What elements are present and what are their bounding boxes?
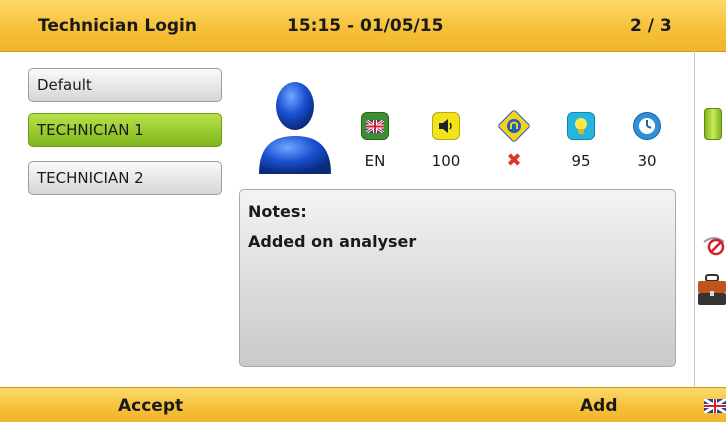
brightness-value: 95 [571, 152, 591, 170]
language-flag-icon [703, 397, 726, 417]
no-connection-icon [702, 234, 725, 256]
language-flag-icon[interactable] [361, 112, 389, 140]
page-indicator: 2 / 3 [630, 16, 672, 36]
add-button[interactable]: Add [580, 396, 618, 416]
header-bar: Technician Login 15:15 - 01/05/15 2 / 3 [0, 0, 726, 52]
timer-icon[interactable] [633, 112, 661, 140]
timer-value: 30 [637, 152, 657, 170]
user-button-technician-2[interactable]: TECHNICIAN 2 [28, 161, 222, 195]
notes-text: Added on analyser [248, 232, 417, 251]
accept-button[interactable]: Accept [118, 396, 183, 416]
user-button-technician-1[interactable]: TECHNICIAN 1 [28, 113, 222, 147]
footer-bar: Accept Add [0, 387, 726, 422]
language-value: EN [364, 152, 386, 170]
network-status-error-icon: ✖ [506, 150, 522, 171]
volume-value: 100 [431, 152, 461, 170]
volume-icon[interactable] [432, 112, 460, 140]
user-button-default[interactable]: Default [28, 68, 222, 102]
brightness-icon[interactable] [567, 112, 595, 140]
datetime-display: 15:15 - 01/05/15 [287, 16, 444, 36]
toolbox-icon [698, 273, 726, 307]
avatar [253, 78, 333, 176]
page-title: Technician Login [38, 16, 197, 36]
notes-panel[interactable]: Notes: Added on analyser [239, 189, 676, 367]
notes-label: Notes: [248, 202, 307, 221]
network-icon[interactable] [497, 109, 531, 143]
sidebar-divider [694, 51, 695, 387]
battery-icon [704, 108, 722, 140]
